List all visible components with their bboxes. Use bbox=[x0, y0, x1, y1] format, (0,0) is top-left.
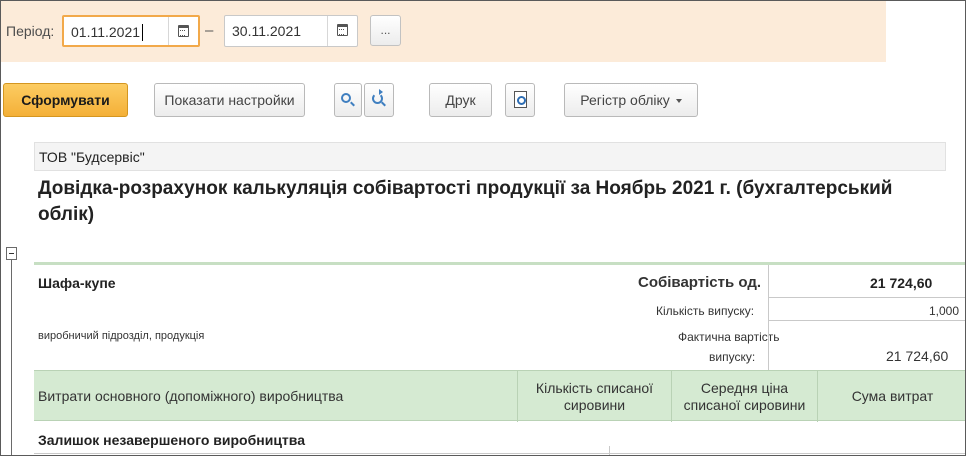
grid-line bbox=[768, 320, 965, 321]
table-row: Залишок незавершеного виробництва bbox=[38, 432, 305, 448]
date-to-value: 30.11.2021 bbox=[232, 23, 302, 39]
chevron-down-icon bbox=[675, 99, 682, 104]
calendar-icon bbox=[178, 25, 189, 37]
search-button[interactable] bbox=[334, 83, 362, 117]
print-preview-button[interactable] bbox=[505, 83, 535, 117]
date-to-field[interactable]: 30.11.2021 bbox=[224, 15, 358, 47]
generate-button[interactable]: Сформувати bbox=[3, 83, 128, 117]
period-bar: Період: 01.11.2021 – 30.11.2021 ... bbox=[1, 1, 886, 62]
column-header-quantity: Кількість списаної сировини bbox=[535, 379, 654, 413]
show-settings-button[interactable]: Показати настройки bbox=[154, 83, 305, 117]
print-button[interactable]: Друк bbox=[429, 83, 492, 117]
grid-line bbox=[768, 297, 965, 298]
actual-cost-value: 21 724,60 bbox=[886, 348, 949, 364]
product-name: Шафа-купе bbox=[38, 275, 116, 291]
date-to-calendar-button[interactable] bbox=[327, 16, 357, 46]
accounting-register-label: Регістр обліку bbox=[580, 92, 670, 108]
company-name: ТОВ "Будсервіс" bbox=[39, 149, 145, 165]
period-dash: – bbox=[205, 22, 214, 39]
actual-cost-label: Фактична вартість bbox=[678, 330, 780, 344]
column-header-costs: Витрати основного (допоміжного) виробниц… bbox=[38, 388, 344, 404]
company-row: ТОВ "Будсервіс" bbox=[34, 142, 946, 171]
column-header-sum: Сума витрат bbox=[851, 388, 934, 404]
calendar-icon bbox=[337, 24, 348, 36]
date-from-calendar-button[interactable] bbox=[168, 17, 198, 45]
column-header-avg-price: Середня ціна списаної сировини bbox=[683, 379, 806, 413]
product-subtitle: виробничий підрозділ, продукція bbox=[38, 330, 205, 342]
accounting-register-button[interactable]: Регістр обліку bbox=[564, 83, 698, 117]
table-header: Витрати основного (допоміжного) виробниц… bbox=[34, 370, 965, 422]
search-next-button[interactable] bbox=[364, 83, 394, 117]
text-cursor bbox=[142, 24, 143, 41]
search-icon bbox=[341, 93, 351, 103]
collapse-group-icon[interactable] bbox=[6, 247, 17, 260]
print-preview-icon bbox=[514, 91, 527, 108]
search-next-icon bbox=[372, 89, 383, 104]
value-column-border bbox=[768, 265, 769, 370]
unit-cost-label: Собівартість од. bbox=[638, 274, 762, 291]
grid-line bbox=[34, 453, 965, 454]
section-divider bbox=[34, 262, 965, 265]
period-label: Період: bbox=[6, 23, 55, 39]
report-title: Довідка-розрахунок калькуляція собіварто… bbox=[38, 178, 893, 225]
report-window: Період: 01.11.2021 – 30.11.2021 ... Сфор… bbox=[0, 0, 966, 456]
group-tree-line bbox=[11, 260, 12, 455]
column-separator bbox=[609, 446, 610, 455]
period-select-button[interactable]: ... bbox=[370, 15, 401, 46]
unit-cost-value: 21 724,60 bbox=[870, 275, 933, 291]
report-spreadsheet: ТОВ "Будсервіс" Довідка-розрахунок кальк… bbox=[34, 142, 965, 455]
date-from-field[interactable]: 01.11.2021 bbox=[62, 15, 200, 47]
output-qty-value: 1,000 bbox=[929, 304, 960, 318]
date-from-value: 01.11.2021 bbox=[71, 24, 141, 40]
output-qty-label: Кількість випуску: bbox=[656, 304, 755, 318]
actual-cost-label-2: випуску: bbox=[709, 350, 756, 364]
